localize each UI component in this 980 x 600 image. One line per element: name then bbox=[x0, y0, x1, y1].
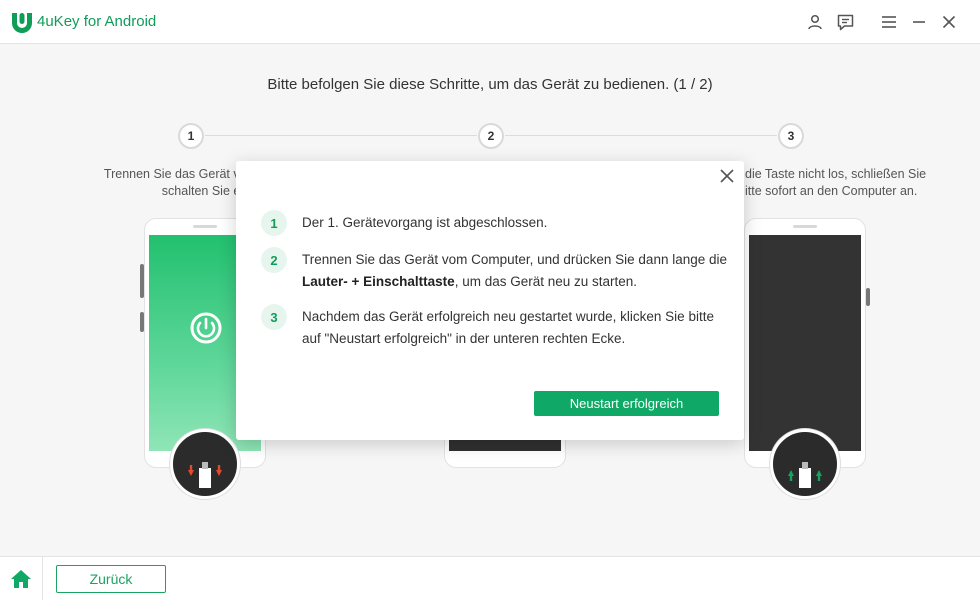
app-title: 4uKey for Android bbox=[37, 13, 157, 30]
dialog-step-text: Trennen Sie das Gerät vom Computer, und … bbox=[302, 252, 728, 289]
home-icon[interactable] bbox=[0, 557, 43, 600]
user-icon[interactable] bbox=[805, 12, 825, 32]
phone-side-button bbox=[866, 288, 870, 306]
dialog-step-3: 3 Nachdem das Gerät erfolgreich neu gest… bbox=[261, 304, 732, 350]
step-indicator-1: 1 bbox=[178, 123, 204, 149]
button-combination: Lauter- + Einschalttaste bbox=[302, 274, 455, 289]
dialog-step-text: Nachdem das Gerät erfolgreich neu gestar… bbox=[302, 309, 714, 346]
phone-screen bbox=[749, 235, 861, 451]
usb-plug-in-icon bbox=[770, 429, 840, 499]
footer-bar: Zurück bbox=[0, 556, 980, 600]
dialog-step-2: 2 Trennen Sie das Gerät vom Computer, un… bbox=[261, 247, 732, 293]
step-indicator-3: 3 bbox=[778, 123, 804, 149]
restart-dialog: 1 Der 1. Gerätevorgang ist abgeschlossen… bbox=[236, 161, 744, 440]
minimize-icon[interactable] bbox=[909, 12, 929, 32]
page-heading: Bitte befolgen Sie diese Schritte, um da… bbox=[267, 76, 713, 93]
step-indicator-2: 2 bbox=[478, 123, 504, 149]
step-connector bbox=[205, 135, 477, 136]
app-logo-icon bbox=[12, 13, 32, 33]
back-button[interactable]: Zurück bbox=[56, 565, 166, 593]
restart-successful-button[interactable]: Neustart erfolgreich bbox=[534, 391, 719, 416]
dialog-step-number: 3 bbox=[261, 304, 287, 330]
dialog-step-1: 1 Der 1. Gerätevorgang ist abgeschlossen… bbox=[261, 210, 732, 236]
dialog-step-number: 2 bbox=[261, 247, 287, 273]
title-bar: 4uKey for Android bbox=[0, 0, 980, 44]
dialog-step-number: 1 bbox=[261, 210, 287, 236]
dialog-close-icon[interactable] bbox=[718, 167, 736, 185]
usb-unplug-icon bbox=[170, 429, 240, 499]
power-icon bbox=[190, 312, 222, 344]
dialog-step-text: Der 1. Gerätevorgang ist abgeschlossen. bbox=[302, 215, 548, 230]
menu-icon[interactable] bbox=[879, 12, 899, 32]
step-connector bbox=[505, 135, 777, 136]
feedback-icon[interactable] bbox=[835, 12, 855, 32]
step-3-description: die Taste nicht los, schließen Sie itte … bbox=[745, 167, 927, 198]
close-icon[interactable] bbox=[939, 12, 959, 32]
step-1-description: Trennen Sie das Gerät vom schalten Sie e… bbox=[103, 167, 257, 198]
